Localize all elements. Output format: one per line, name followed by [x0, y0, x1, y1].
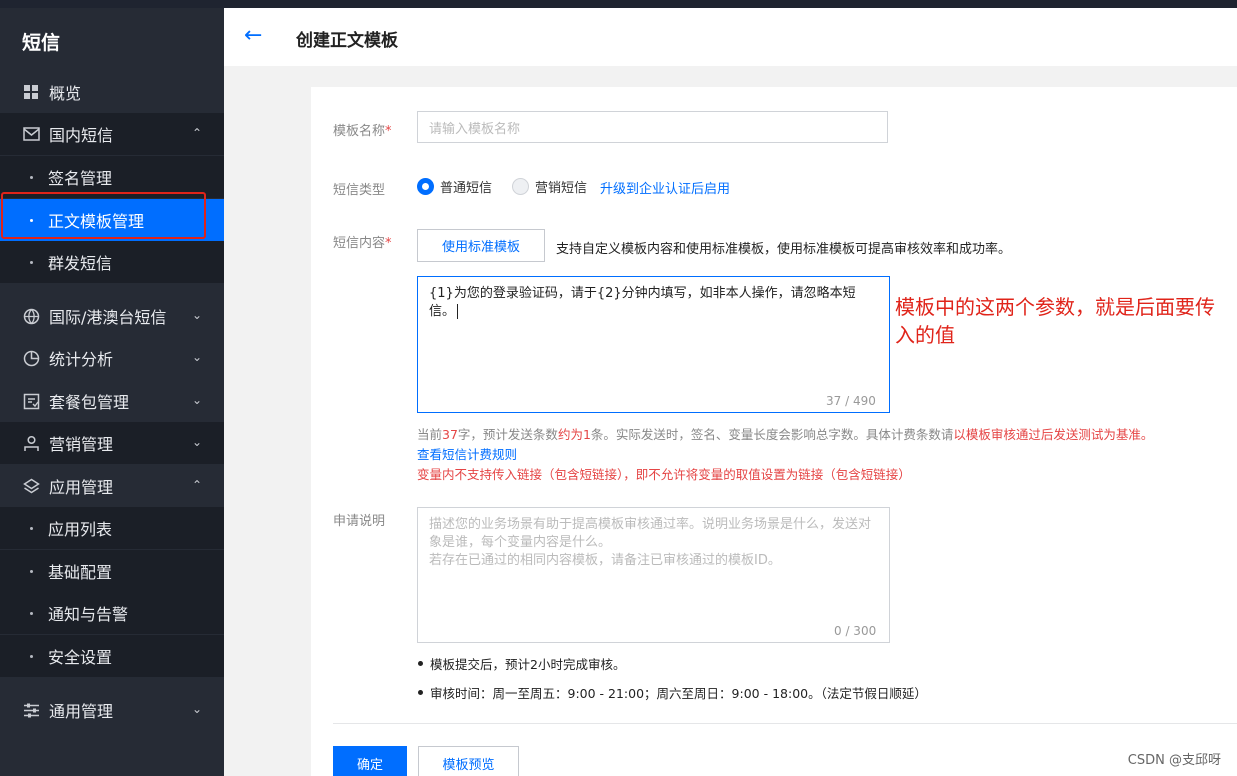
- sidebar-item-signature[interactable]: 签名管理: [0, 156, 224, 198]
- package-icon: [22, 392, 40, 410]
- chevron-down-icon: ⌄: [191, 308, 202, 322]
- radio-disabled-icon: [512, 178, 529, 195]
- sidebar-item-label: 通用管理: [49, 702, 114, 721]
- sidebar-item-general[interactable]: 通用管理 ⌄: [0, 689, 224, 731]
- billing-rules-link[interactable]: 查看短信计费规则: [417, 444, 517, 463]
- bullet-dot: [30, 175, 33, 179]
- template-name-placeholder: 请输入模板名称: [429, 121, 521, 137]
- sidebar-item-label: 国际/港澳台短信: [49, 308, 167, 327]
- bullet-dot: [418, 661, 423, 666]
- watermark: CSDN @支邱呀: [1127, 753, 1221, 768]
- type-label: 短信类型: [333, 183, 386, 198]
- bullet-dot: [30, 569, 33, 573]
- link-warning: 变量内不支持传入链接（包含短链接），即不允许将变量的取值设置为链接（包含短链接）: [417, 467, 911, 482]
- template-name-input[interactable]: 请输入模板名称: [417, 111, 888, 143]
- content-label: 短信内容*: [333, 236, 392, 251]
- note-review-time: 模板提交后，预计2小时完成审核。: [418, 654, 625, 673]
- page-header: ← 创建正文模板: [224, 8, 1237, 66]
- layers-icon: [22, 477, 40, 495]
- top-strip: [0, 0, 1237, 8]
- upgrade-link[interactable]: 升级到企业认证后启用: [600, 178, 730, 197]
- sidebar-item-label: 国内短信: [49, 126, 114, 145]
- sidebar-item-label: 套餐包管理: [49, 393, 130, 412]
- use-standard-template-button[interactable]: 使用标准模板: [417, 229, 545, 262]
- sidebar-item-overview[interactable]: 概览: [0, 71, 224, 113]
- chevron-up-icon: ⌃: [191, 126, 202, 140]
- sidebar-item-bulk-sms[interactable]: 群发短信: [0, 241, 224, 283]
- sidebar-item-domestic-sms[interactable]: 国内短信 ⌃: [0, 113, 224, 155]
- apply-label: 申请说明: [333, 514, 386, 529]
- sidebar-item-international-sms[interactable]: 国际/港澳台短信 ⌄: [0, 295, 224, 337]
- bullet-dot: [30, 526, 33, 530]
- chevron-up-icon: ⌃: [191, 478, 202, 492]
- grid-icon: [22, 83, 40, 101]
- sidebar-item-basic-config[interactable]: 基础配置: [0, 550, 224, 592]
- chevron-down-icon: ⌄: [191, 350, 202, 364]
- sidebar-item-notifications[interactable]: 通知与告警: [0, 592, 224, 634]
- pie-chart-icon: [22, 349, 40, 367]
- sms-content-textarea[interactable]: {1}为您的登录验证码，请于{2}分钟内填写，如非本人操作，请忽略本短信。: [417, 276, 890, 413]
- apply-description-textarea[interactable]: 描述您的业务场景有助于提高模板审核通过率。说明业务场景是什么，发送对象是谁，每个…: [417, 507, 890, 643]
- sidebar-item-label: 营销管理: [49, 435, 114, 454]
- standard-template-hint: 支持自定义模板内容和使用标准模板，使用标准模板可提高审核效率和成功率。: [556, 242, 1012, 257]
- globe-icon: [22, 307, 40, 325]
- sidebar-item-template[interactable]: 正文模板管理: [0, 199, 224, 241]
- sidebar-item-statistics[interactable]: 统计分析 ⌄: [0, 337, 224, 379]
- bullet-dot: [418, 690, 423, 695]
- radio-normal-sms[interactable]: 普通短信: [417, 177, 492, 196]
- sidebar-item-label: 正文模板管理: [48, 212, 145, 231]
- radio-selected-icon: [417, 178, 434, 195]
- sidebar-item-package[interactable]: 套餐包管理 ⌄: [0, 380, 224, 422]
- template-preview-button[interactable]: 模板预览: [418, 746, 519, 776]
- sidebar-item-marketing[interactable]: 营销管理 ⌄: [0, 422, 224, 464]
- bullet-dot: [30, 654, 33, 658]
- bullet-dot: [30, 611, 33, 615]
- bullet-dot: [30, 260, 33, 264]
- back-arrow-icon[interactable]: ←: [244, 23, 262, 48]
- sliders-icon: [22, 701, 40, 719]
- chevron-down-icon: ⌄: [191, 702, 202, 716]
- sidebar-item-security[interactable]: 安全设置: [0, 635, 224, 677]
- annotation-note: 模板中的这两个参数，就是后面要传入的值: [895, 295, 1215, 347]
- people-icon: [22, 434, 40, 452]
- note-review-hours: 审核时间：周一至周五：9:00 - 21:00；周六至周日：9:00 - 18:…: [418, 683, 927, 702]
- chevron-down-icon: ⌄: [191, 435, 202, 449]
- chevron-down-icon: ⌄: [191, 393, 202, 407]
- sidebar-item-label: 统计分析: [49, 350, 114, 369]
- text-cursor: [457, 304, 463, 319]
- sidebar-title: 短信: [22, 32, 61, 54]
- page-title: 创建正文模板: [296, 31, 398, 51]
- sidebar-item-label: 基础配置: [48, 563, 113, 582]
- sidebar: 短信 概览 国内短信 ⌃ 签名管理 正文模板管理 群发短信 国际/港澳台短信 ⌄: [0, 8, 224, 776]
- confirm-button[interactable]: 确定: [333, 746, 407, 776]
- sidebar-item-label: 签名管理: [48, 169, 113, 188]
- sidebar-item-label: 安全设置: [48, 648, 113, 667]
- sidebar-item-label: 应用管理: [49, 478, 114, 497]
- sidebar-item-label: 通知与告警: [48, 605, 129, 624]
- divider: [333, 723, 1237, 724]
- mail-icon: [22, 125, 40, 143]
- radio-marketing-sms[interactable]: 营销短信: [512, 177, 587, 196]
- char-count-hint: 当前37字，预计发送条数约为1条。实际发送时，签名、变量长度会影响总字数。具体计…: [417, 427, 1154, 442]
- sidebar-item-label: 概览: [49, 84, 82, 103]
- sidebar-item-label: 群发短信: [48, 254, 113, 273]
- name-label: 模板名称*: [333, 124, 392, 139]
- sidebar-item-app-list[interactable]: 应用列表: [0, 507, 224, 549]
- content-char-counter: 37 / 490: [826, 394, 876, 408]
- sidebar-item-app-management[interactable]: 应用管理 ⌃: [0, 465, 224, 507]
- sidebar-item-label: 应用列表: [48, 520, 113, 539]
- bullet-dot: [30, 218, 33, 222]
- apply-char-counter: 0 / 300: [834, 624, 877, 638]
